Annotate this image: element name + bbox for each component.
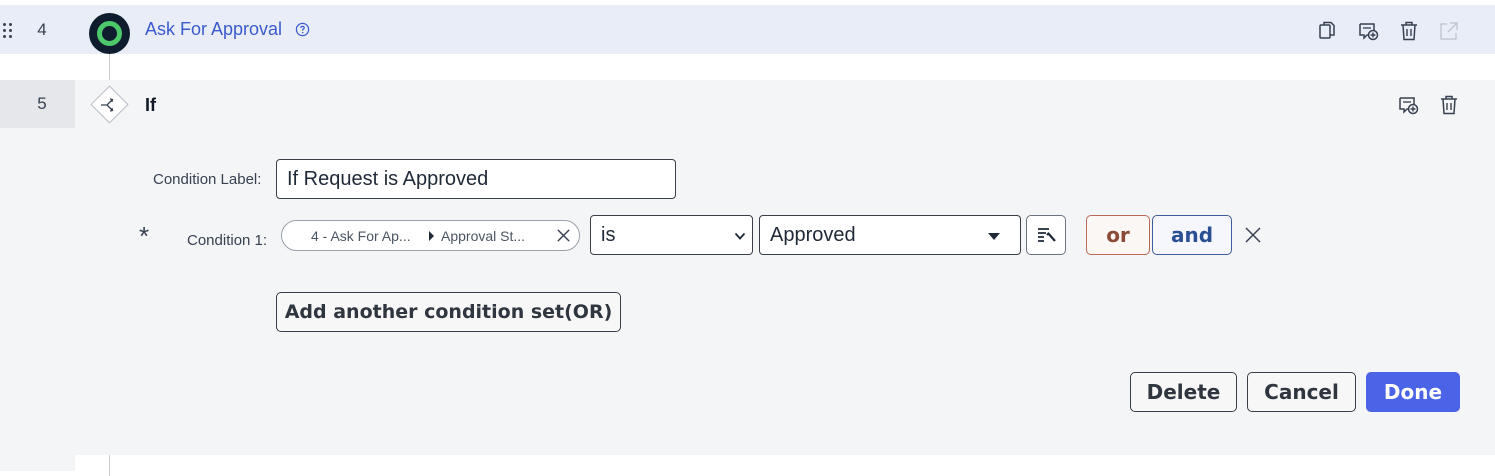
- connector-line-bottom: [109, 455, 110, 476]
- operator-value: is: [601, 224, 616, 246]
- delete-button[interactable]: Delete: [1130, 372, 1237, 412]
- caret-right-icon: [429, 231, 434, 241]
- step-title: If: [145, 95, 156, 115]
- data-pill[interactable]: 4 - Ask For Ap... Approval St...: [281, 220, 580, 251]
- data-pill-picker-button[interactable]: [1026, 215, 1066, 255]
- add-condition-set-button[interactable]: Add another condition set(OR): [276, 292, 621, 332]
- add-comment-icon[interactable]: [1357, 20, 1379, 42]
- value-select[interactable]: Approved: [759, 215, 1021, 255]
- trash-icon[interactable]: [1438, 94, 1460, 116]
- step-title[interactable]: Ask For Approval: [145, 19, 282, 40]
- help-icon[interactable]: [295, 22, 310, 37]
- step-number: 5: [37, 94, 47, 113]
- done-button[interactable]: Done: [1366, 372, 1460, 412]
- condition-label-caption: Condition Label:: [153, 171, 262, 188]
- required-mark: *: [139, 221, 150, 251]
- approval-icon: [89, 13, 130, 54]
- data-pill-picker-icon: [1038, 228, 1056, 242]
- open-external-icon: [1440, 22, 1458, 40]
- condition-label-input[interactable]: If Request is Approved: [276, 159, 676, 199]
- trash-icon[interactable]: [1398, 20, 1420, 42]
- remove-condition-icon[interactable]: [1244, 226, 1262, 244]
- or-button[interactable]: or: [1086, 215, 1150, 255]
- condition-value: Approved: [770, 224, 856, 246]
- flow-designer-page: 4 Ask For Approval 5 If Condition Label:…: [0, 0, 1495, 476]
- condition-1-caption: Condition 1:: [187, 232, 268, 249]
- step-number: 4: [37, 20, 47, 39]
- data-pill-step: 4 - Ask For Ap...: [311, 228, 411, 244]
- data-pill-field: Approval St...: [441, 228, 526, 244]
- branch-icon: [101, 98, 114, 112]
- step-row-4[interactable]: 4 Ask For Approval: [0, 5, 1495, 54]
- operator-select[interactable]: is: [590, 215, 753, 255]
- gutter: [0, 128, 75, 471]
- copy-icon[interactable]: [1316, 20, 1338, 42]
- chevron-down-icon: [734, 232, 746, 240]
- clear-pill-icon[interactable]: [555, 227, 572, 244]
- and-button[interactable]: and: [1152, 215, 1232, 255]
- add-comment-icon[interactable]: [1397, 94, 1419, 116]
- cancel-button[interactable]: Cancel: [1247, 372, 1356, 412]
- dropdown-arrow-icon: [988, 233, 1000, 240]
